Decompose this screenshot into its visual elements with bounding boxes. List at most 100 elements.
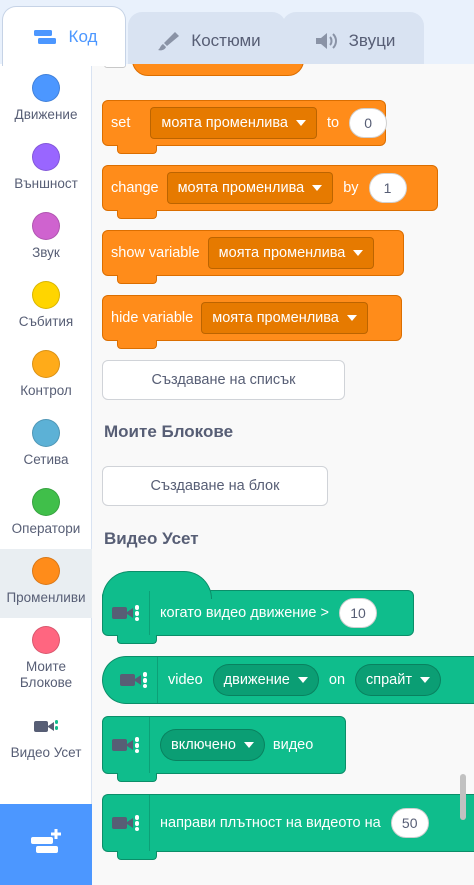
dropdown-value: включено bbox=[171, 737, 236, 753]
block-keyword: hide variable bbox=[111, 310, 194, 326]
chevron-down-icon bbox=[297, 677, 308, 683]
video-state-dropdown[interactable]: включено bbox=[160, 729, 265, 761]
dropdown-value: спрайт bbox=[366, 672, 412, 688]
my-blocks-heading: Моите Блокове bbox=[104, 422, 234, 441]
when-video-motion-block[interactable]: когато видео движение > 10 bbox=[102, 571, 414, 644]
dropdown-value: моята променлива bbox=[161, 115, 288, 131]
chevron-down-icon bbox=[243, 742, 254, 748]
dropdown-value: моята променлива bbox=[212, 310, 339, 326]
block-notch bbox=[117, 145, 157, 154]
variable-dropdown[interactable]: моята променлива bbox=[166, 172, 334, 204]
category-label: Променливи bbox=[6, 590, 86, 605]
video-camera-icon bbox=[33, 712, 59, 740]
category-sensing[interactable]: Сетива bbox=[0, 411, 92, 480]
attribute-dropdown[interactable]: движение bbox=[212, 664, 319, 696]
add-extension-button[interactable] bbox=[0, 804, 92, 885]
block-text: видео bbox=[272, 737, 314, 753]
category-control[interactable]: Контрол bbox=[0, 342, 92, 411]
tab-bar: Код Костюми Звуци bbox=[0, 0, 474, 68]
set-video-transparency-block[interactable]: направи плътност на видеото на 50 bbox=[102, 794, 474, 860]
chevron-down-icon bbox=[420, 677, 430, 683]
category-looks[interactable]: Външност bbox=[0, 135, 92, 204]
chevron-down-icon bbox=[353, 250, 364, 256]
video-camera-icon bbox=[103, 795, 150, 851]
category-video-sensing[interactable]: Видео Усет bbox=[0, 704, 92, 773]
block-text: направи плътност на видеото на bbox=[160, 815, 381, 831]
show-variable-block[interactable]: show variable моята променлива bbox=[102, 230, 404, 284]
video-sensing-heading: Видео Усет bbox=[104, 529, 199, 548]
block-notch bbox=[117, 275, 157, 284]
category-menu: Движение Външност Звук Събития Контрол С… bbox=[0, 64, 92, 804]
category-label: Движение bbox=[14, 107, 78, 122]
video-on-sprite-reporter[interactable]: video движение on спрайт bbox=[102, 656, 474, 704]
block-notch bbox=[117, 635, 157, 644]
block-text: когато видео движение > bbox=[160, 605, 329, 621]
category-events[interactable]: Събития bbox=[0, 273, 92, 342]
tab-sounds[interactable]: Звуци bbox=[282, 12, 424, 68]
turn-video-block[interactable]: включено видео bbox=[102, 716, 346, 782]
video-camera-icon bbox=[103, 717, 150, 773]
category-label: Видео Усет bbox=[10, 745, 82, 760]
scratch-editor: Код Костюми Звуци Движение Външност Звук… bbox=[0, 0, 474, 885]
category-dot bbox=[32, 557, 60, 585]
partial-block[interactable] bbox=[132, 64, 304, 76]
block-joiner: to bbox=[327, 115, 340, 131]
block-keyword: change bbox=[111, 180, 159, 196]
video-camera-icon bbox=[103, 657, 158, 703]
dropdown-value: моята променлива bbox=[177, 180, 305, 196]
value-input[interactable]: 0 bbox=[349, 108, 388, 138]
block-notch bbox=[117, 851, 157, 860]
tab-sounds-label: Звуци bbox=[348, 30, 396, 50]
category-label: Контрол bbox=[20, 383, 72, 398]
variable-dropdown[interactable]: моята променлива bbox=[207, 237, 375, 269]
tab-code-label: Код bbox=[68, 26, 98, 46]
block-joiner: by bbox=[343, 180, 359, 196]
value-input[interactable]: 1 bbox=[368, 173, 407, 203]
category-label: Оператори bbox=[11, 521, 81, 536]
category-label: Звук bbox=[32, 245, 60, 260]
make-block-button[interactable]: Създаване на блок bbox=[102, 466, 328, 506]
video-camera-icon bbox=[103, 591, 150, 635]
block-keyword: video bbox=[168, 672, 203, 688]
tab-costumes[interactable]: Костюми bbox=[128, 12, 286, 68]
variable-dropdown[interactable]: моята променлива bbox=[201, 302, 368, 334]
brush-icon bbox=[153, 30, 183, 52]
category-dot bbox=[32, 74, 60, 102]
make-list-button[interactable]: Създаване на списък bbox=[102, 360, 345, 400]
block-keyword: show variable bbox=[111, 245, 200, 261]
code-icon bbox=[31, 26, 61, 48]
category-motion[interactable]: Движение bbox=[0, 66, 92, 135]
category-dot bbox=[32, 143, 60, 171]
palette-scrollbar[interactable] bbox=[460, 774, 466, 820]
variable-dropdown[interactable]: моята променлива bbox=[150, 107, 317, 139]
category-my-blocks[interactable]: Моите Блокове bbox=[0, 618, 92, 696]
block-notch bbox=[117, 340, 157, 349]
category-dot bbox=[32, 212, 60, 240]
category-operators[interactable]: Оператори bbox=[0, 480, 92, 549]
block-palette: set моята променлива to 0 change моята п… bbox=[92, 64, 474, 885]
change-variable-block[interactable]: change моята променлива by 1 bbox=[102, 165, 438, 219]
category-sound[interactable]: Звук bbox=[0, 204, 92, 273]
target-dropdown[interactable]: спрайт bbox=[355, 664, 441, 696]
tab-costumes-label: Костюми bbox=[191, 30, 261, 50]
tab-code[interactable]: Код bbox=[2, 6, 126, 66]
set-variable-block[interactable]: set моята променлива to 0 bbox=[102, 100, 388, 154]
category-label: Сетива bbox=[23, 452, 69, 467]
block-joiner: on bbox=[328, 672, 346, 688]
category-dot bbox=[32, 419, 60, 447]
category-label: Външност bbox=[14, 176, 78, 191]
category-dot bbox=[32, 626, 60, 654]
category-variables[interactable]: Променливи bbox=[0, 549, 92, 618]
category-dot bbox=[32, 281, 60, 309]
category-dot bbox=[32, 488, 60, 516]
chevron-down-icon bbox=[296, 120, 306, 126]
category-label: Събития bbox=[18, 314, 74, 329]
hide-variable-block[interactable]: hide variable моята променлива bbox=[102, 295, 402, 349]
dropdown-value: моята променлива bbox=[218, 245, 346, 261]
category-label: Моите Блокове bbox=[19, 659, 73, 690]
block-notch bbox=[117, 773, 157, 782]
chevron-down-icon bbox=[346, 315, 357, 321]
value-input[interactable]: 10 bbox=[338, 598, 377, 628]
add-extension-icon bbox=[28, 827, 64, 862]
value-input[interactable]: 50 bbox=[390, 808, 429, 838]
